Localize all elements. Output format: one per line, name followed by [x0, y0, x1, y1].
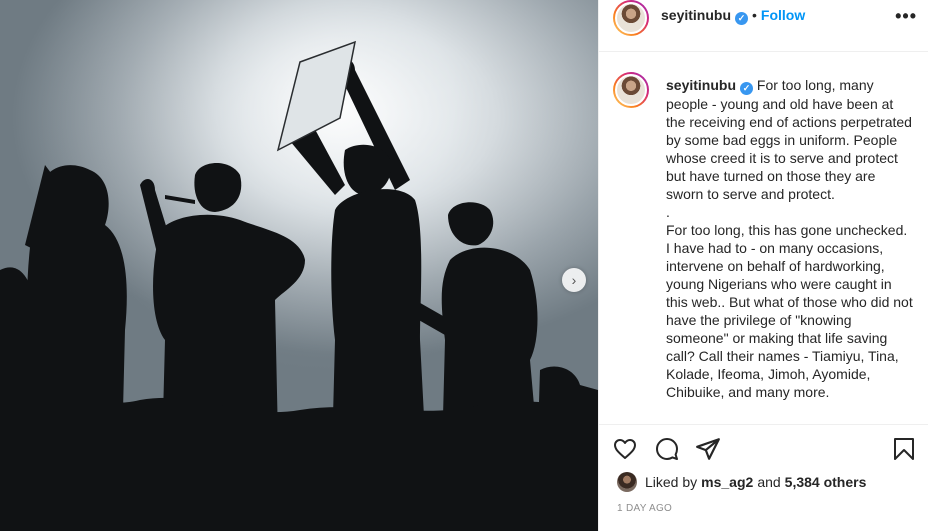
verified-badge-icon: ✓ [735, 12, 749, 25]
caption-author-avatar[interactable] [613, 72, 649, 108]
author-avatar[interactable] [613, 0, 649, 36]
carousel-next-button[interactable]: › [562, 268, 586, 292]
post-photo[interactable]: › [0, 0, 598, 531]
post-timestamp[interactable]: 1 DAY AGO [617, 503, 672, 514]
protest-silhouette-image [0, 0, 598, 531]
comment-icon[interactable] [655, 437, 679, 461]
follow-separator: • [752, 7, 757, 23]
paper-plane-icon[interactable] [695, 436, 721, 462]
caption-verified-badge-icon: ✓ [740, 81, 754, 95]
author-line: seyitinubu ✓ • Follow [661, 7, 805, 25]
likes-count[interactable]: 5,384 others [785, 474, 867, 490]
bookmark-icon[interactable] [893, 437, 915, 461]
liked-joiner: and [757, 474, 781, 490]
likes-summary: Liked by ms_ag2 and 5,384 others [617, 471, 866, 493]
caption-text: For too long, many people - young and ol… [666, 77, 913, 400]
heart-icon[interactable] [613, 437, 637, 461]
author-username[interactable]: seyitinubu [661, 7, 731, 23]
liked-by-label: Liked by [645, 474, 698, 490]
caption-username[interactable]: seyitinubu [666, 77, 736, 93]
more-options-icon[interactable]: ••• [895, 6, 917, 27]
comments-area: seyitinubu ✓ For too long, many people - … [599, 66, 928, 424]
post-actions: Liked by ms_ag2 and 5,384 others 1 DAY A… [599, 424, 928, 530]
liker-username[interactable]: ms_ag2 [701, 474, 753, 490]
post-header: seyitinubu ✓ • Follow ••• [599, 0, 928, 52]
post-caption: seyitinubu ✓ For too long, many people - … [666, 76, 914, 401]
follow-button[interactable]: Follow [761, 7, 805, 23]
post-details-panel: seyitinubu ✓ • Follow ••• seyitinubu ✓ For t… [598, 0, 928, 531]
liker-avatar[interactable] [617, 472, 637, 492]
